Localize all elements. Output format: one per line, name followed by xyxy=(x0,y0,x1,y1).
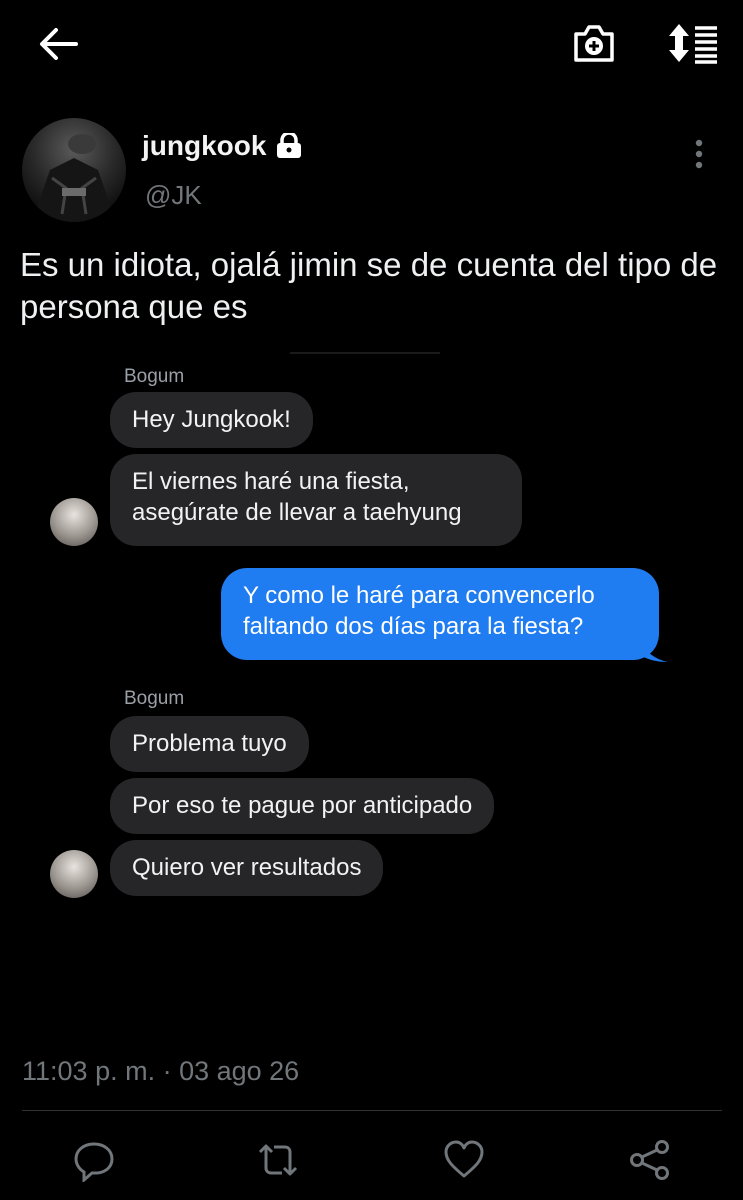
message-text: Hey Jungkook! xyxy=(132,406,291,433)
reply-icon[interactable] xyxy=(72,1138,116,1182)
camera-plus-icon[interactable] xyxy=(572,22,616,64)
chat-bubble-incoming: Problema tuyo xyxy=(110,716,309,772)
sort-list-icon[interactable] xyxy=(665,22,719,64)
lock-icon xyxy=(277,133,302,158)
author-avatar[interactable] xyxy=(22,118,126,222)
author-name[interactable]: jungkook xyxy=(142,130,304,162)
chat-bubble-incoming: Por eso te pague por anticipado xyxy=(110,778,495,834)
chat-bubble-outgoing: Y como le haré para convencerlo faltando… xyxy=(221,568,659,660)
author-handle[interactable]: @JK xyxy=(145,180,202,211)
back-arrow-icon[interactable] xyxy=(38,26,78,62)
message-line: asegúrate de llevar a taehyung xyxy=(132,499,462,526)
chat-bubble-incoming: El viernes haré una fiesta, asegúrate de… xyxy=(110,454,522,546)
like-icon[interactable] xyxy=(442,1138,486,1182)
chat-sender-name: Bogum xyxy=(124,366,185,387)
tweet-text: Es un idiota, ojalá jimin se de cuenta d… xyxy=(20,246,718,325)
divider xyxy=(22,1110,722,1111)
message-line: El viernes haré una fiesta, xyxy=(132,468,410,495)
chat-contact-avatar xyxy=(50,850,98,898)
bubble-tail xyxy=(640,640,668,662)
message-text: Problema tuyo xyxy=(132,730,287,757)
tweet-timestamp: 11:03 p. m. · 03 ago 26 xyxy=(22,1056,300,1086)
message-line: Y como le haré para convencerlo xyxy=(243,582,595,609)
message-text: Por eso te pague por anticipado xyxy=(132,792,473,819)
crop-edge xyxy=(290,352,440,354)
share-icon[interactable] xyxy=(628,1138,672,1182)
chat-contact-avatar xyxy=(50,498,98,546)
more-options-icon[interactable] xyxy=(690,138,708,170)
message-text: Quiero ver resultados xyxy=(132,854,362,881)
retweet-icon[interactable] xyxy=(256,1138,300,1182)
chat-bubble-incoming: Quiero ver resultados xyxy=(110,840,384,896)
display-name: jungkook xyxy=(142,130,267,161)
chat-screenshot: Bogum Hey Jungkook! El viernes haré una … xyxy=(0,350,743,910)
chat-sender-name: Bogum xyxy=(124,688,185,709)
chat-bubble-incoming: Hey Jungkook! xyxy=(110,392,313,448)
message-line: faltando dos días para la fiesta? xyxy=(243,613,584,640)
avatar-photo xyxy=(32,134,116,222)
